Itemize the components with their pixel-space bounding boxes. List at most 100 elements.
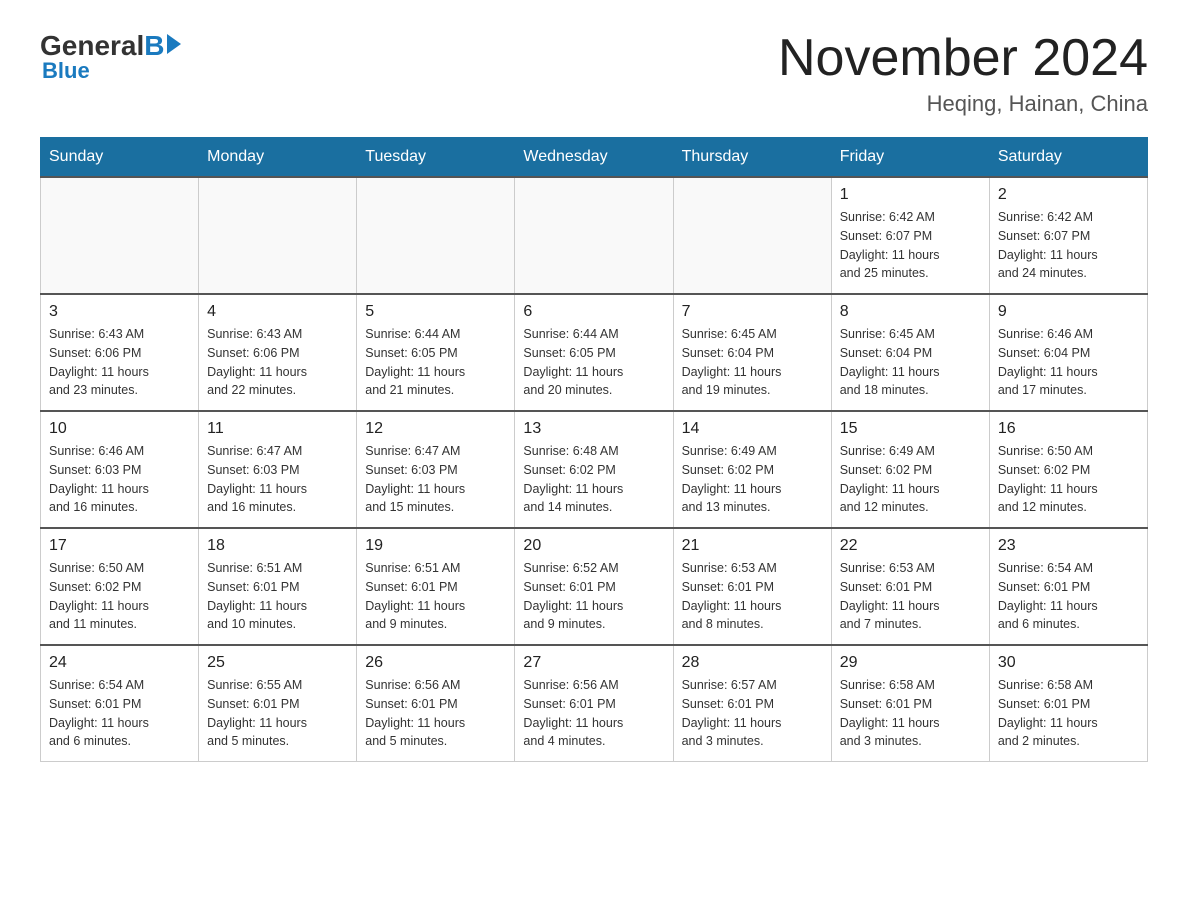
day-number: 30 [998,654,1139,672]
day-info: Sunrise: 6:45 AM Sunset: 6:04 PM Dayligh… [682,325,823,400]
calendar-cell: 15 Sunrise: 6:49 AM Sunset: 6:02 PM Dayli… [831,411,989,528]
calendar-cell: 25 Sunrise: 6:55 AM Sunset: 6:01 PM Dayli… [199,645,357,762]
calendar-cell [673,177,831,294]
day-info: Sunrise: 6:43 AM Sunset: 6:06 PM Dayligh… [49,325,190,400]
day-info: Sunrise: 6:55 AM Sunset: 6:01 PM Dayligh… [207,676,348,751]
week-row-2: 3 Sunrise: 6:43 AM Sunset: 6:06 PM Daylig… [41,294,1148,411]
day-info: Sunrise: 6:52 AM Sunset: 6:01 PM Dayligh… [523,559,664,634]
logo-blue-text: B [144,30,164,62]
day-number: 3 [49,303,190,321]
page-header: General B Blue November 2024 Heqing, Hai… [40,30,1148,117]
day-number: 22 [840,537,981,555]
day-info: Sunrise: 6:47 AM Sunset: 6:03 PM Dayligh… [207,442,348,517]
calendar-header-monday: Monday [199,138,357,178]
calendar-header-saturday: Saturday [989,138,1147,178]
logo-triangle-icon [167,34,181,54]
day-number: 13 [523,420,664,438]
calendar-cell: 20Sunrise: 6:52 AM Sunset: 6:01 PM Dayli… [515,528,673,645]
calendar-cell: 8 Sunrise: 6:45 AM Sunset: 6:04 PM Daylig… [831,294,989,411]
calendar-cell: 28 Sunrise: 6:57 AM Sunset: 6:01 PM Dayli… [673,645,831,762]
calendar-cell: 4Sunrise: 6:43 AM Sunset: 6:06 PM Daylig… [199,294,357,411]
day-number: 25 [207,654,348,672]
day-number: 27 [523,654,664,672]
day-info: Sunrise: 6:42 AM Sunset: 6:07 PM Dayligh… [998,208,1139,283]
day-info: Sunrise: 6:56 AM Sunset: 6:01 PM Dayligh… [365,676,506,751]
day-number: 2 [998,186,1139,204]
calendar-header-thursday: Thursday [673,138,831,178]
day-number: 28 [682,654,823,672]
title-section: November 2024 Heqing, Hainan, China [778,30,1148,117]
calendar-cell: 1 Sunrise: 6:42 AM Sunset: 6:07 PM Daylig… [831,177,989,294]
day-info: Sunrise: 6:50 AM Sunset: 6:02 PM Dayligh… [998,442,1139,517]
calendar-cell [515,177,673,294]
day-number: 7 [682,303,823,321]
day-number: 12 [365,420,506,438]
day-info: Sunrise: 6:54 AM Sunset: 6:01 PM Dayligh… [998,559,1139,634]
day-info: Sunrise: 6:57 AM Sunset: 6:01 PM Dayligh… [682,676,823,751]
day-number: 19 [365,537,506,555]
day-number: 23 [998,537,1139,555]
day-info: Sunrise: 6:58 AM Sunset: 6:01 PM Dayligh… [840,676,981,751]
day-number: 18 [207,537,348,555]
day-info: Sunrise: 6:42 AM Sunset: 6:07 PM Dayligh… [840,208,981,283]
day-number: 15 [840,420,981,438]
day-info: Sunrise: 6:49 AM Sunset: 6:02 PM Dayligh… [840,442,981,517]
day-number: 8 [840,303,981,321]
calendar-cell [199,177,357,294]
day-info: Sunrise: 6:54 AM Sunset: 6:01 PM Dayligh… [49,676,190,751]
calendar-cell: 10Sunrise: 6:46 AM Sunset: 6:03 PM Dayli… [41,411,199,528]
calendar-cell [41,177,199,294]
day-number: 9 [998,303,1139,321]
month-title: November 2024 [778,30,1148,87]
calendar-cell [357,177,515,294]
day-number: 11 [207,420,348,438]
calendar-cell: 24 Sunrise: 6:54 AM Sunset: 6:01 PM Dayli… [41,645,199,762]
day-info: Sunrise: 6:56 AM Sunset: 6:01 PM Dayligh… [523,676,664,751]
day-number: 24 [49,654,190,672]
calendar-cell: 5 Sunrise: 6:44 AM Sunset: 6:05 PM Daylig… [357,294,515,411]
day-info: Sunrise: 6:50 AM Sunset: 6:02 PM Dayligh… [49,559,190,634]
calendar-cell: 18Sunrise: 6:51 AM Sunset: 6:01 PM Dayli… [199,528,357,645]
calendar-cell: 11 Sunrise: 6:47 AM Sunset: 6:03 PM Dayli… [199,411,357,528]
day-info: Sunrise: 6:46 AM Sunset: 6:04 PM Dayligh… [998,325,1139,400]
calendar-cell: 12 Sunrise: 6:47 AM Sunset: 6:03 PM Dayli… [357,411,515,528]
calendar-cell: 13Sunrise: 6:48 AM Sunset: 6:02 PM Dayli… [515,411,673,528]
calendar-cell: 19Sunrise: 6:51 AM Sunset: 6:01 PM Dayli… [357,528,515,645]
calendar-cell: 2 Sunrise: 6:42 AM Sunset: 6:07 PM Daylig… [989,177,1147,294]
calendar-cell: 23 Sunrise: 6:54 AM Sunset: 6:01 PM Dayli… [989,528,1147,645]
calendar-cell: 27 Sunrise: 6:56 AM Sunset: 6:01 PM Dayli… [515,645,673,762]
day-info: Sunrise: 6:49 AM Sunset: 6:02 PM Dayligh… [682,442,823,517]
day-number: 17 [49,537,190,555]
week-row-3: 10Sunrise: 6:46 AM Sunset: 6:03 PM Dayli… [41,411,1148,528]
calendar-cell: 21 Sunrise: 6:53 AM Sunset: 6:01 PM Dayli… [673,528,831,645]
calendar-header-wednesday: Wednesday [515,138,673,178]
day-number: 1 [840,186,981,204]
day-number: 26 [365,654,506,672]
day-info: Sunrise: 6:44 AM Sunset: 6:05 PM Dayligh… [523,325,664,400]
day-number: 21 [682,537,823,555]
day-number: 5 [365,303,506,321]
day-info: Sunrise: 6:44 AM Sunset: 6:05 PM Dayligh… [365,325,506,400]
week-row-4: 17 Sunrise: 6:50 AM Sunset: 6:02 PM Dayli… [41,528,1148,645]
day-number: 6 [523,303,664,321]
calendar-cell: 9 Sunrise: 6:46 AM Sunset: 6:04 PM Daylig… [989,294,1147,411]
calendar-header-row: SundayMondayTuesdayWednesdayThursdayFrid… [41,138,1148,178]
calendar-cell: 29Sunrise: 6:58 AM Sunset: 6:01 PM Dayli… [831,645,989,762]
calendar-cell: 30Sunrise: 6:58 AM Sunset: 6:01 PM Dayli… [989,645,1147,762]
calendar-header-tuesday: Tuesday [357,138,515,178]
calendar-header-sunday: Sunday [41,138,199,178]
calendar-cell: 7 Sunrise: 6:45 AM Sunset: 6:04 PM Daylig… [673,294,831,411]
calendar-cell: 3 Sunrise: 6:43 AM Sunset: 6:06 PM Daylig… [41,294,199,411]
day-number: 14 [682,420,823,438]
day-info: Sunrise: 6:47 AM Sunset: 6:03 PM Dayligh… [365,442,506,517]
calendar-table: SundayMondayTuesdayWednesdayThursdayFrid… [40,137,1148,762]
day-info: Sunrise: 6:53 AM Sunset: 6:01 PM Dayligh… [682,559,823,634]
day-info: Sunrise: 6:43 AM Sunset: 6:06 PM Dayligh… [207,325,348,400]
week-row-5: 24 Sunrise: 6:54 AM Sunset: 6:01 PM Dayli… [41,645,1148,762]
week-row-1: 1 Sunrise: 6:42 AM Sunset: 6:07 PM Daylig… [41,177,1148,294]
day-info: Sunrise: 6:53 AM Sunset: 6:01 PM Dayligh… [840,559,981,634]
calendar-cell: 14 Sunrise: 6:49 AM Sunset: 6:02 PM Dayli… [673,411,831,528]
logo-blue-label: Blue [42,58,90,84]
calendar-cell: 26 Sunrise: 6:56 AM Sunset: 6:01 PM Dayli… [357,645,515,762]
day-info: Sunrise: 6:45 AM Sunset: 6:04 PM Dayligh… [840,325,981,400]
